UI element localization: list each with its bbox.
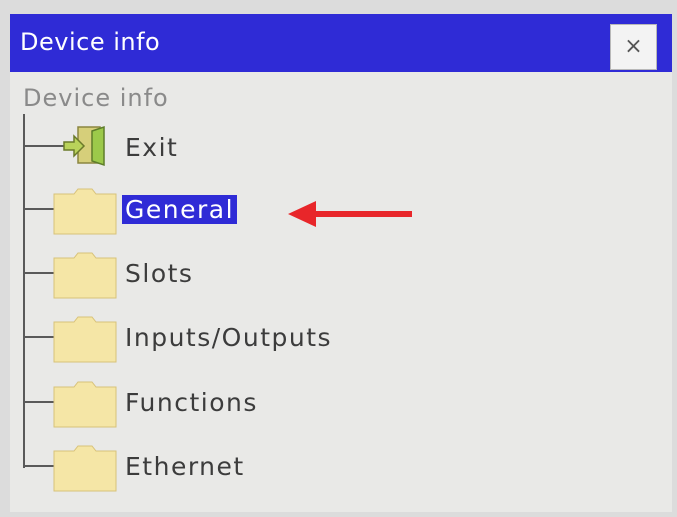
tree-item-exit[interactable]: Exit — [52, 124, 592, 176]
tree-item-slots[interactable]: Slots — [52, 250, 592, 302]
exit-icon — [63, 125, 105, 167]
folder-icon — [53, 445, 117, 492]
tree-connector-line — [23, 114, 25, 468]
close-icon: × — [624, 34, 643, 59]
tree-root-label: Device info — [23, 84, 169, 112]
tree-item-label: Exit — [125, 133, 179, 162]
window-title: Device info — [20, 28, 161, 56]
folder-icon — [53, 252, 117, 299]
close-button[interactable]: × — [610, 24, 657, 70]
folder-icon — [53, 316, 117, 363]
folder-icon — [53, 188, 117, 235]
tree-item-label: Slots — [125, 259, 194, 288]
tree-item-label: Ethernet — [125, 452, 245, 481]
folder-icon — [53, 381, 117, 428]
title-bar: Device info × — [10, 14, 672, 72]
red-arrow-icon — [288, 201, 412, 227]
tree-item-label: Functions — [125, 388, 258, 417]
tree-item-inputs-outputs[interactable]: Inputs/Outputs — [52, 314, 592, 366]
tree-item-label: Inputs/Outputs — [125, 323, 333, 352]
tree-item-functions[interactable]: Functions — [52, 379, 592, 431]
tree-item-label: General — [122, 195, 238, 224]
tree-item-ethernet[interactable]: Ethernet — [52, 443, 592, 495]
device-info-screen: Device info × Device info Exit General S… — [10, 14, 672, 512]
